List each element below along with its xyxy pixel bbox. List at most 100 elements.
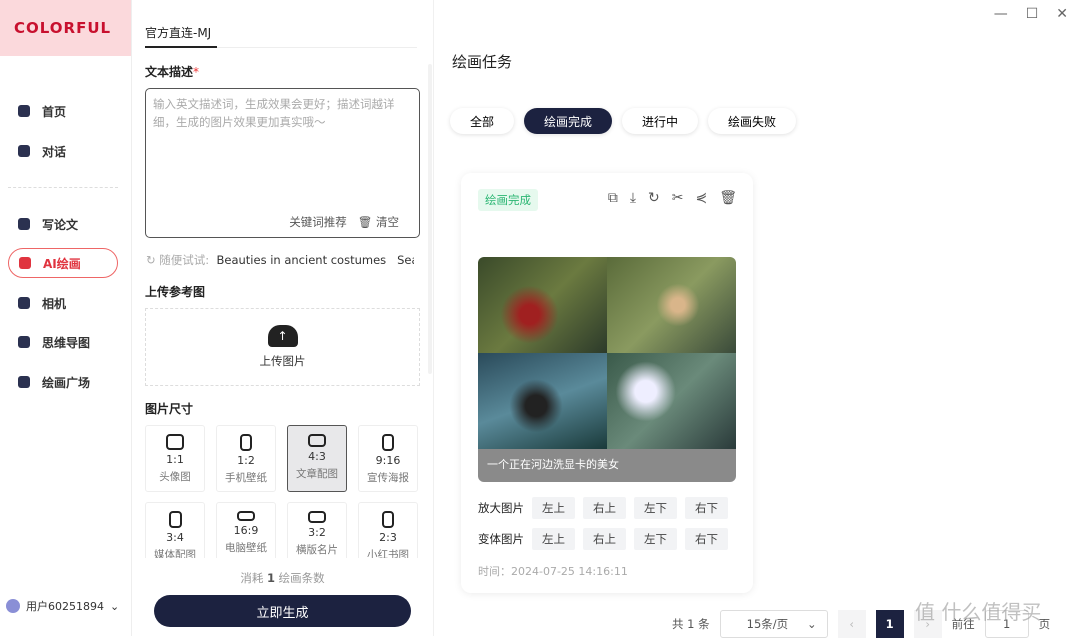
try-suggestions: ↻ 随便试试: Beauties in ancient costumes Sea… xyxy=(146,252,414,268)
size-name: 头像图 xyxy=(159,471,191,483)
nav-label: 对话 xyxy=(42,144,67,159)
aspect-ratio-icon xyxy=(166,434,184,450)
upscale-bottom-right[interactable]: 右下 xyxy=(685,497,728,519)
tab-active-indicator xyxy=(145,46,217,48)
upload-dropzone[interactable]: ↑ 上传图片 xyxy=(145,308,420,386)
variant-row: 变体图片 左上 右上 左下 右下 xyxy=(478,528,728,550)
image-caption: 一个正在河边洗显卡的美女 xyxy=(478,449,736,482)
image-quadrant xyxy=(607,257,736,353)
camera-icon xyxy=(18,297,30,309)
status-badge: 绘画完成 xyxy=(478,189,538,211)
size-option-4-3[interactable]: 4:3 文章配图 xyxy=(287,425,347,492)
size-option-1-2[interactable]: 1:2 手机壁纸 xyxy=(216,425,276,492)
scissors-icon[interactable]: ✂ xyxy=(672,190,684,206)
prev-page-button[interactable]: ‹ xyxy=(837,610,866,638)
sidebar-item-camera[interactable]: 相机 xyxy=(8,288,118,318)
clear-button[interactable]: 清空 xyxy=(376,215,399,229)
brand-logo: COLORFUL xyxy=(0,0,131,56)
nav-label: AI绘画 xyxy=(43,256,81,271)
desc-label: 文本描述* xyxy=(145,65,200,79)
aspect-ratio-icon xyxy=(168,511,182,528)
cloud-upload-icon: ↑ xyxy=(267,325,298,347)
suggestion[interactable]: Beauties in ancient costumes xyxy=(216,253,386,267)
copy-icon[interactable]: ⧉ xyxy=(608,190,618,206)
sidebar-item-gallery[interactable]: 绘画广场 xyxy=(8,367,118,397)
size-ratio: 2:3 xyxy=(379,531,397,544)
aspect-ratio-icon xyxy=(382,434,394,451)
upscale-top-right[interactable]: 右上 xyxy=(583,497,626,519)
cost-text: 消耗 1 绘画条数 xyxy=(240,571,325,585)
prompt-textarea[interactable]: 输入英文描述词，生成效果会更好；描述词越详细，生成的图片效果更加真实哦～ 关键词… xyxy=(145,88,420,238)
chevron-down-icon: ⌄ xyxy=(807,617,817,631)
size-ratio: 16:9 xyxy=(233,524,259,537)
upscale-bottom-left[interactable]: 左下 xyxy=(634,497,677,519)
filter-done[interactable]: 绘画完成 xyxy=(524,108,613,134)
task-card: 绘画完成 ⧉ ⤓ ↻ ✂ ⋞ 🗑 一个正在河边洗显卡的美女 放大图片 左上 右上 左下 右下 变… xyxy=(461,173,753,593)
size-option-16-9[interactable]: 16:9 电脑壁纸 xyxy=(216,502,276,558)
user-menu[interactable]: 用户60251894 ⌄ xyxy=(6,598,119,614)
aspect-ratio-icon xyxy=(237,511,255,521)
nav-label: 首页 xyxy=(42,104,67,119)
upscale-top-left[interactable]: 左上 xyxy=(532,497,575,519)
maximize-icon[interactable]: ☐ xyxy=(1026,6,1039,22)
page-size-select[interactable]: 15条/页 ⌄ xyxy=(719,610,828,638)
sidebar-item-mindmap[interactable]: 思维导图 xyxy=(8,327,118,357)
close-icon[interactable]: ✕ xyxy=(1056,6,1068,22)
size-option-1-1[interactable]: 1:1 头像图 xyxy=(145,425,205,492)
upload-text: 上传图片 xyxy=(259,354,306,368)
generated-image[interactable]: 一个正在河边洗显卡的美女 xyxy=(478,257,736,482)
sidebar-item-ai-painting[interactable]: AI绘画 xyxy=(8,248,118,278)
size-option-2-3[interactable]: 2:3 小红书图 xyxy=(358,502,418,558)
aspect-ratio-icon xyxy=(382,511,394,528)
sidebar-item-home[interactable]: 首页 xyxy=(8,96,118,126)
size-option-9-16[interactable]: 9:16 宣传海报 xyxy=(358,425,418,492)
sidebar-item-chat[interactable]: 对话 xyxy=(8,136,118,166)
chat-bubble-icon xyxy=(18,105,30,117)
size-option-3-4[interactable]: 3:4 媒体配图 xyxy=(145,502,205,558)
image-icon xyxy=(19,257,31,269)
avatar xyxy=(6,599,20,613)
chevron-down-icon: ⌄ xyxy=(110,599,120,613)
variant-bottom-left[interactable]: 左下 xyxy=(634,528,677,550)
tab-mj[interactable]: 官方直连-MJ xyxy=(145,24,211,41)
generate-button[interactable]: 立即生成 xyxy=(154,595,411,627)
refresh-icon[interactable]: ↻ xyxy=(146,253,156,267)
keyword-recommend-button[interactable]: 关键词推荐 xyxy=(289,215,347,229)
variant-top-left[interactable]: 左上 xyxy=(532,528,575,550)
document-icon xyxy=(18,218,30,230)
filter-tabs: 全部 绘画完成 进行中 绘画失败 xyxy=(450,108,797,134)
size-option-3-2[interactable]: 3:2 横版名片 xyxy=(287,502,347,558)
variant-top-right[interactable]: 右上 xyxy=(583,528,626,550)
username: 用户60251894 xyxy=(26,600,104,613)
filter-failed[interactable]: 绘画失败 xyxy=(708,108,797,134)
refresh-icon[interactable]: ↻ xyxy=(648,190,660,206)
minimize-icon[interactable]: — xyxy=(994,6,1008,22)
download-icon[interactable]: ⤓ xyxy=(630,190,636,206)
scrollbar[interactable] xyxy=(428,64,432,374)
size-name: 文章配图 xyxy=(296,468,338,480)
trash-icon[interactable]: 🗑 xyxy=(719,190,737,206)
nav-label: 思维导图 xyxy=(42,335,91,350)
upload-label: 上传参考图 xyxy=(145,285,206,299)
size-name: 手机壁纸 xyxy=(225,472,267,484)
size-label: 图片尺寸 xyxy=(145,402,194,416)
variant-bottom-right[interactable]: 右下 xyxy=(685,528,728,550)
share-icon[interactable]: ⋞ xyxy=(695,190,707,206)
size-name: 宣传海报 xyxy=(367,472,409,484)
image-quadrant xyxy=(478,257,607,353)
filter-all[interactable]: 全部 xyxy=(450,108,515,134)
suggestion[interactable]: Seaside xyxy=(397,253,414,267)
size-ratio: 9:16 xyxy=(375,454,401,467)
aspect-ratio-icon xyxy=(308,434,326,447)
size-ratio: 3:2 xyxy=(308,526,326,539)
image-quadrant xyxy=(478,353,607,449)
gallery-icon xyxy=(18,376,30,388)
size-ratio: 1:2 xyxy=(237,454,255,467)
divider xyxy=(8,187,118,188)
nav-label: 写论文 xyxy=(42,217,79,232)
size-name: 电脑壁纸 xyxy=(225,542,267,554)
size-grid: 1:1 头像图 1:2 手机壁纸 4:3 文章配图 9:16 宣传海报 3:4 媒体配图 16:9 电… xyxy=(145,425,420,558)
sidebar-item-paper[interactable]: 写论文 xyxy=(8,209,118,239)
page-1[interactable]: 1 xyxy=(875,610,904,638)
filter-running[interactable]: 进行中 xyxy=(622,108,699,134)
